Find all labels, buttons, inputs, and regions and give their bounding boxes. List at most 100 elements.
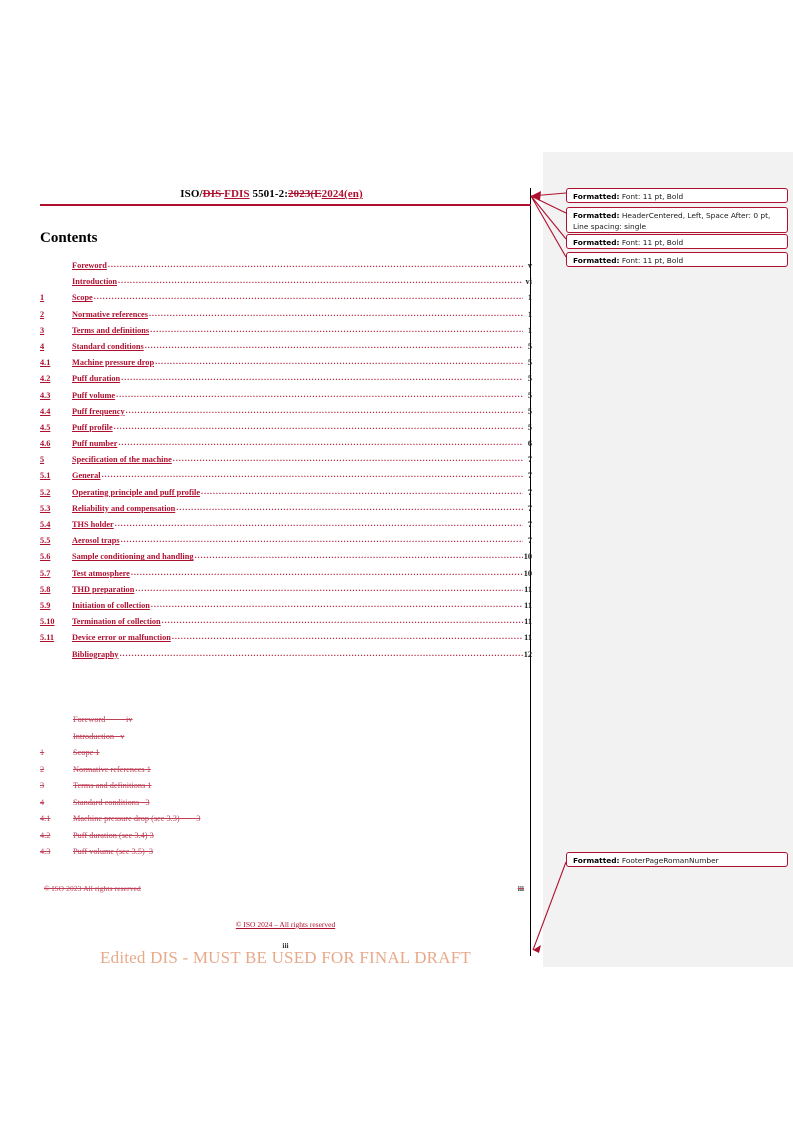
- toc-leader-dots: [126, 405, 523, 414]
- toc-deleted-number: 4.2: [40, 830, 51, 840]
- toc-entry[interactable]: 5.5 Aerosol traps 7: [40, 534, 532, 550]
- toc-entry-number: 4: [40, 341, 45, 351]
- toc-entry[interactable]: 4 Standard conditions 5: [40, 340, 532, 356]
- footer-old-page-number: iii: [517, 884, 524, 893]
- toc-leader-dots: [108, 259, 523, 268]
- toc-entry[interactable]: 5.11 Device error or malfunction 11: [40, 631, 532, 647]
- toc-entry[interactable]: 4.3 Puff volume 5: [40, 389, 532, 405]
- toc-deleted-page: 3: [148, 847, 154, 856]
- toc-leader-dots: [121, 534, 523, 543]
- toc-entry-number: 5.11: [40, 633, 55, 643]
- toc-entry[interactable]: 5.9 Initiation of collection 11: [40, 599, 532, 615]
- formatted-balloon-1[interactable]: Formatted: Font: 11 pt, Bold: [566, 188, 788, 203]
- toc-entry-page: 7: [527, 487, 532, 497]
- balloon-label: Formatted:: [573, 192, 620, 201]
- balloon-label: Formatted:: [573, 256, 620, 265]
- toc-entry-number: 5.3: [40, 503, 51, 513]
- toc-entry[interactable]: 5.1 General 7: [40, 469, 532, 485]
- toc-entry[interactable]: Introduction vi: [40, 275, 532, 291]
- toc-leader-dots: [120, 648, 523, 657]
- toc-entry[interactable]: 5.3 Reliability and compensation 7: [40, 502, 532, 518]
- toc-entry[interactable]: 4.6 Puff number 6: [40, 437, 532, 453]
- toc-entry[interactable]: 4.2 Puff duration 5: [40, 372, 532, 388]
- balloon-label: Formatted:: [573, 856, 620, 865]
- toc-entry-label: THD preparation: [72, 584, 135, 594]
- toc-entry[interactable]: 4.5 Puff profile 5: [40, 421, 532, 437]
- toc-entry-page: 6: [527, 439, 532, 449]
- toc-entry[interactable]: 4.4 Puff frequency 5: [40, 405, 532, 421]
- balloon-text: FooterPageRomanNumber: [619, 856, 719, 865]
- toc-entry-number: 5.1: [40, 471, 51, 481]
- toc-entry[interactable]: Bibliography 12: [40, 648, 532, 664]
- toc-entry-label: Puff duration: [72, 374, 121, 384]
- toc-entry-label: Operating principle and puff profile: [72, 487, 200, 497]
- toc-entry-page: 5: [527, 422, 532, 432]
- toc-entry-number: 5: [40, 455, 45, 465]
- toc-entry-page: 12: [523, 649, 532, 659]
- toc-entry[interactable]: 3 Terms and definitions 1: [40, 324, 532, 340]
- toc-entry-number: 5.6: [40, 552, 51, 562]
- toc-entry[interactable]: 2 Normative references 1: [40, 308, 532, 324]
- formatted-balloon-4[interactable]: Formatted: Font: 11 pt, Bold: [566, 252, 788, 267]
- toc-entry-page: 10: [523, 552, 532, 562]
- toc-entry-number: 5.4: [40, 520, 51, 529]
- toc-deleted-page: v: [120, 731, 125, 741]
- toc-leader-dots: [102, 469, 523, 478]
- header-standard-number: 5501-2:: [249, 188, 289, 200]
- header-inserted-year: 2024(en): [321, 188, 363, 200]
- document-running-header: ISO/DIS FDIS 5501-2:2023(E2024(en): [40, 188, 503, 200]
- toc-entry[interactable]: 4.1 Machine pressure drop 5: [40, 356, 532, 372]
- toc-entry[interactable]: 5.10 Termination of collection 11: [40, 615, 532, 631]
- toc-entry-label: General: [72, 471, 101, 481]
- toc-deleted-gap: [105, 715, 126, 724]
- balloon-label: Formatted:: [573, 211, 620, 220]
- toc-deleted-label: Machine pressure drop (see 3.3): [73, 814, 180, 823]
- toc-entry-label: Device error or malfunction: [72, 633, 171, 643]
- toc-leader-dots: [173, 453, 523, 462]
- toc-entry[interactable]: 5.6 Sample conditioning and handling 10: [40, 550, 532, 566]
- toc-entry[interactable]: 5.4 THS holder 7: [40, 518, 532, 534]
- toc-entry-number: 4.1: [40, 358, 51, 368]
- toc-entry[interactable]: 5 Specification of the machine 7: [40, 453, 532, 469]
- toc-entry-page: 1: [527, 293, 532, 303]
- header-revision-rule: [40, 204, 531, 206]
- toc-entry-page: v: [527, 261, 532, 270]
- toc-deleted-page: 3: [149, 830, 154, 840]
- formatted-balloon-2[interactable]: Formatted: HeaderCentered, Left, Space A…: [566, 207, 788, 233]
- toc-entry-page: 5: [527, 374, 532, 384]
- formatted-balloon-3[interactable]: Formatted: Font: 11 pt, Bold: [566, 234, 788, 249]
- toc-entry-page: 7: [527, 520, 532, 529]
- toc-deleted-number: 3: [40, 781, 45, 790]
- toc-entry-label: Puff profile: [72, 422, 113, 432]
- formatted-balloon-5[interactable]: Formatted: FooterPageRomanNumber: [566, 852, 788, 867]
- toc-entry-page: 11: [524, 633, 532, 643]
- header-prefix: ISO/: [180, 188, 203, 200]
- toc-entry[interactable]: 5.8 THD preparation 11: [40, 583, 532, 599]
- footer-old-copyright: © ISO 2023 All rights reserved: [44, 884, 141, 893]
- toc-leader-dots: [118, 275, 523, 284]
- header-deleted-year: 2023(E: [288, 188, 322, 200]
- toc-deleted-label: Normative references: [73, 764, 145, 774]
- toc-entry-deleted: 4.1 Machine pressure drop (see 3.3) 3: [40, 814, 340, 831]
- toc-deleted-label: Scope: [73, 748, 94, 757]
- toc-entry-label: Standard conditions: [72, 341, 144, 351]
- toc-leader-dots: [145, 340, 523, 349]
- toc-entry-page: 5: [527, 358, 532, 368]
- document-page: ISO/DIS FDIS 5501-2:2023(E2024(en) Conte…: [0, 0, 543, 1122]
- toc-leader-dots: [94, 291, 523, 300]
- toc-deleted-page: 1: [95, 748, 100, 757]
- toc-entry-number: 4.4: [40, 406, 51, 416]
- toc-entry[interactable]: 5.2 Operating principle and puff profile 7: [40, 486, 532, 502]
- toc-deleted-label: Terms and definitions: [73, 781, 146, 790]
- toc-deleted-number: 4.1: [40, 814, 51, 823]
- toc-entry[interactable]: 5.7 Test atmosphere 10: [40, 567, 532, 583]
- toc-deleted-page: iv: [126, 715, 133, 724]
- toc-entry-deleted: 3 Terms and definitions 1: [40, 781, 340, 798]
- toc-entry-label: Initiation of collection: [72, 600, 150, 610]
- toc-leader-dots: [162, 615, 523, 624]
- toc-entry-number: 5.7: [40, 568, 51, 578]
- toc-leader-dots: [115, 518, 523, 527]
- toc-entry-page: 5: [527, 341, 532, 351]
- toc-entry[interactable]: 1 Scope 1: [40, 291, 532, 307]
- toc-entry[interactable]: Foreword v: [40, 259, 532, 275]
